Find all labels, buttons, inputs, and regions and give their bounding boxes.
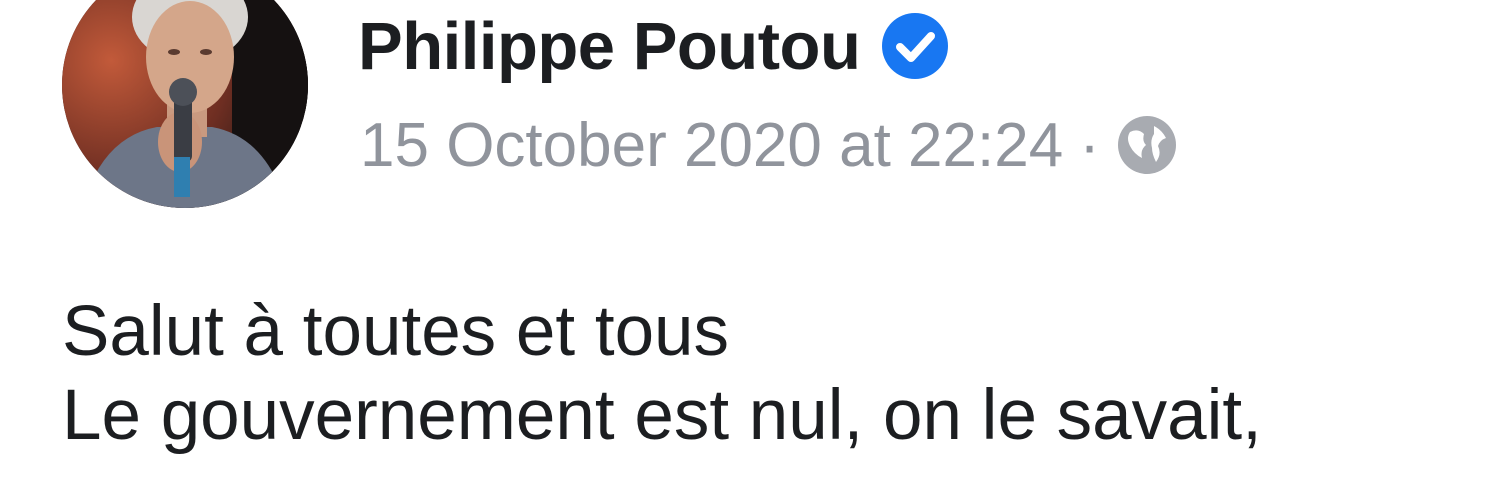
post-meta: 15 October 2020 at 22:24 · (360, 106, 1178, 184)
verified-badge-icon (882, 13, 949, 79)
author-header: Philippe Poutou (358, 6, 950, 86)
post-body-line: Salut à toutes et tous (62, 292, 730, 371)
facebook-post: Philippe Poutou 15 October 2020 at 22:24… (0, 0, 1500, 499)
post-body: Salut à toutes et tous Le gouvernement e… (62, 290, 1492, 458)
post-timestamp[interactable]: 15 October 2020 at 22:24 (360, 110, 1063, 181)
avatar-photo (62, 0, 308, 208)
meta-separator: · (1079, 110, 1100, 180)
author-avatar[interactable] (62, 0, 308, 208)
globe-icon[interactable] (1116, 114, 1178, 176)
author-name[interactable]: Philippe Poutou (358, 8, 861, 85)
post-body-line: Le gouvernement est nul, on le savait, (62, 376, 1262, 455)
